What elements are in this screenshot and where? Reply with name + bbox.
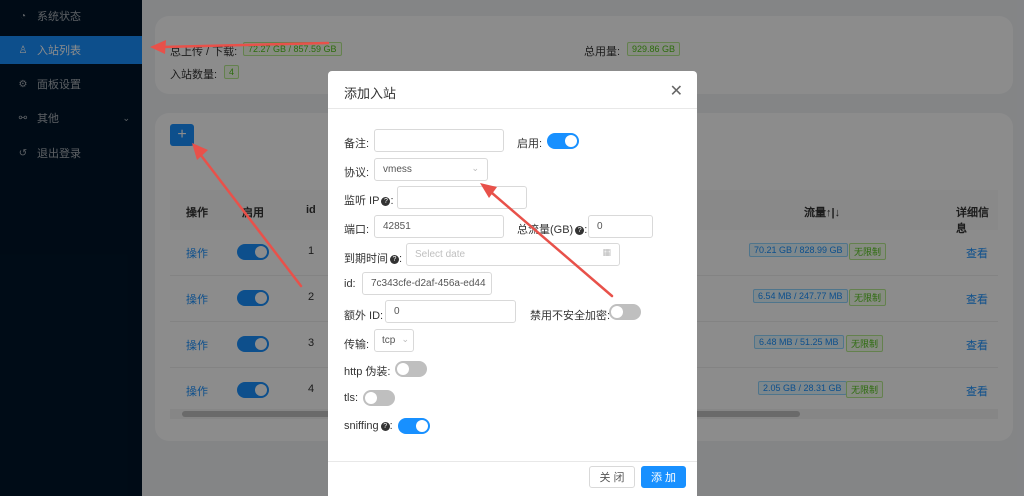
expiry-label: 到期时间?: xyxy=(344,253,403,265)
calendar-icon: ▦ xyxy=(602,247,611,257)
question-icon[interactable]: ? xyxy=(380,421,390,431)
uuid-label: id: xyxy=(344,278,356,290)
port-label: 端口: xyxy=(344,224,370,236)
add-inbound-modal: 添加入站 ✕ 备注: 启用: 协议: vmess ⌄ 监听 IP?: 端口: 4… xyxy=(328,71,697,496)
listen-ip-label-text: 监听 IP xyxy=(344,195,380,207)
uuid-input[interactable]: 7c343cfe-d2af-456a-ed44 xyxy=(362,272,492,295)
expiry-date-picker[interactable]: Select date ▦ xyxy=(406,243,620,266)
close-button[interactable]: 关 闭 xyxy=(589,466,635,488)
enable-switch[interactable] xyxy=(547,133,579,149)
question-icon[interactable]: ? xyxy=(575,225,585,235)
add-button[interactable]: 添 加 xyxy=(641,466,686,488)
modal-footer: 关 闭 添 加 xyxy=(328,461,697,496)
remark-input[interactable] xyxy=(374,129,504,152)
disable-insecure-label: 禁用不安全加密: xyxy=(530,310,611,322)
question-icon[interactable]: ? xyxy=(390,254,399,264)
transport-select[interactable]: tcp ⌄ xyxy=(374,329,414,352)
http-camouflage-switch[interactable] xyxy=(395,361,427,377)
port-input[interactable]: 42851 xyxy=(374,215,504,238)
transport-value: tcp xyxy=(382,335,396,346)
http-camouflage-label: http 伪装: xyxy=(344,366,391,378)
protocol-label: 协议: xyxy=(344,167,370,179)
close-icon[interactable]: ✕ xyxy=(670,81,683,101)
total-traffic-label-text: 总流量(GB) xyxy=(517,224,574,236)
modal-header: 添加入站 ✕ xyxy=(328,71,697,109)
remark-label: 备注: xyxy=(344,138,370,150)
listen-ip-input[interactable] xyxy=(397,186,527,209)
alter-id-input[interactable]: 0 xyxy=(385,300,516,323)
total-traffic-input[interactable]: 0 xyxy=(588,215,653,238)
modal-title: 添加入站 xyxy=(344,86,397,101)
disable-insecure-switch[interactable] xyxy=(609,304,641,320)
alter-id-label: 额外 ID: xyxy=(344,310,384,322)
enable-label: 启用: xyxy=(517,138,543,150)
uuid-value: 7c343cfe-d2af-456a-ed44 xyxy=(371,278,486,289)
listen-ip-label: 监听 IP?: xyxy=(344,195,394,207)
protocol-select[interactable]: vmess ⌄ xyxy=(374,158,488,181)
expiry-placeholder: Select date xyxy=(415,249,466,260)
transport-label: 传输: xyxy=(344,339,370,351)
tls-label: tls: xyxy=(344,392,359,404)
sniffing-switch[interactable] xyxy=(398,418,430,434)
alter-id-value: 0 xyxy=(394,306,400,317)
protocol-value: vmess xyxy=(383,164,412,175)
chevron-down-icon: ⌄ xyxy=(401,334,409,344)
sniffing-label-text: sniffing xyxy=(344,420,379,432)
sniffing-label: sniffing?: xyxy=(344,420,393,432)
port-value: 42851 xyxy=(383,221,411,232)
question-icon[interactable]: ? xyxy=(381,196,391,206)
expiry-label-text: 到期时间 xyxy=(344,253,388,265)
total-traffic-value: 0 xyxy=(597,221,603,232)
total-traffic-label: 总流量(GB)?: xyxy=(517,224,588,236)
chevron-down-icon: ⌄ xyxy=(471,163,479,173)
tls-switch[interactable] xyxy=(363,390,395,406)
